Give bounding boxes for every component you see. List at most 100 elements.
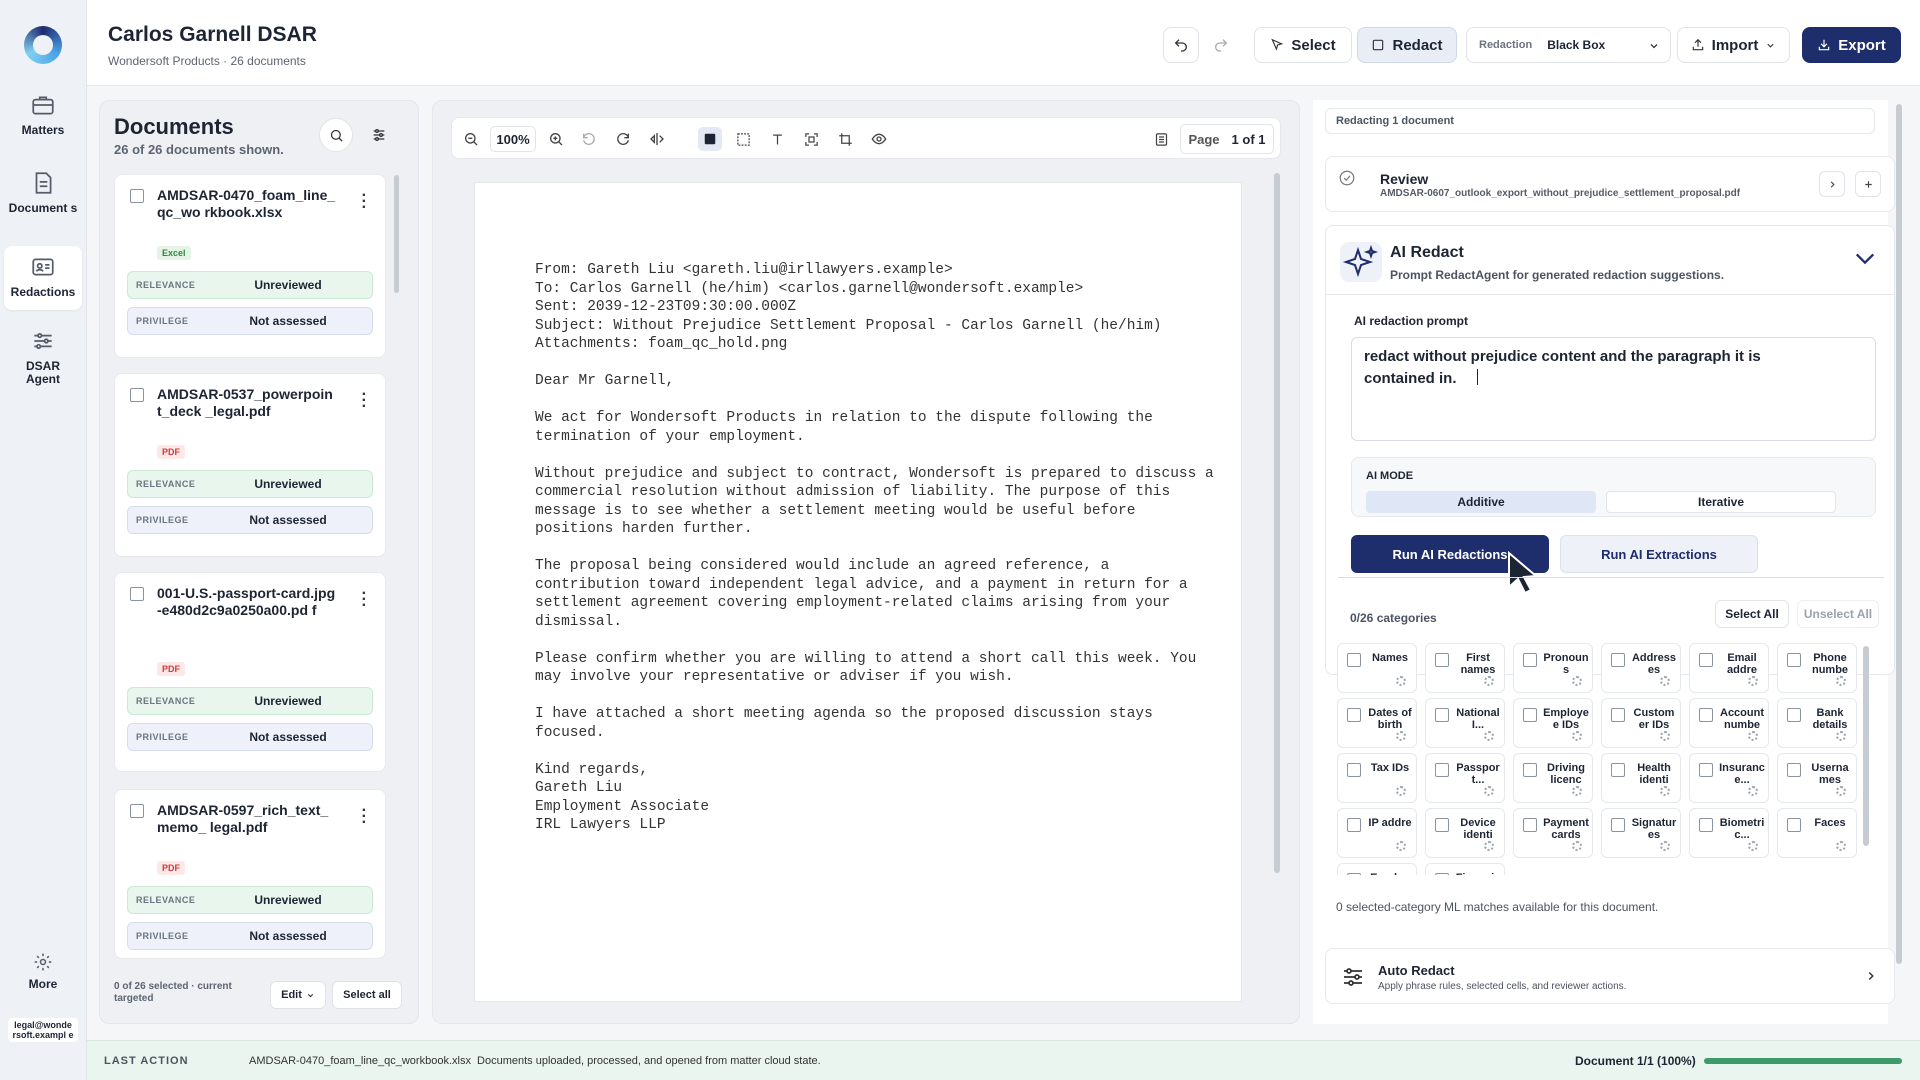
category-option[interactable]: Employ [1337, 863, 1417, 875]
category-option[interactable]: Names [1337, 643, 1417, 693]
category-checkbox[interactable] [1347, 818, 1361, 832]
page-list-button[interactable] [1150, 128, 1172, 150]
privilege-pill[interactable]: PRIVILEGE Not assessed [127, 723, 373, 751]
export-button[interactable]: Export [1802, 27, 1901, 63]
redo-button[interactable] [1203, 27, 1239, 63]
settings-icon[interactable] [1572, 731, 1582, 741]
more-vertical-icon[interactable]: · · · [362, 803, 367, 831]
rail-item-documents[interactable]: Document s [4, 170, 82, 215]
settings-icon[interactable] [1484, 676, 1494, 686]
text-tool[interactable] [766, 128, 788, 150]
category-option[interactable]: Passpor t... [1425, 753, 1505, 803]
category-option[interactable]: Device identi [1425, 808, 1505, 858]
crop-tool[interactable] [834, 128, 856, 150]
rail-item-dsar-agent[interactable]: DSAR Agent [8, 328, 78, 386]
settings-icon[interactable] [1836, 731, 1846, 741]
settings-icon[interactable] [1748, 731, 1758, 741]
settings-icon[interactable] [1396, 676, 1406, 686]
settings-icon[interactable] [1396, 786, 1406, 796]
categories-scrollbar[interactable] [1863, 646, 1869, 846]
category-checkbox[interactable] [1435, 763, 1449, 777]
more-vertical-icon[interactable]: · · · [362, 586, 367, 614]
category-option[interactable]: Faces [1777, 808, 1857, 858]
flip-button[interactable] [646, 128, 668, 150]
settings-icon[interactable] [1396, 731, 1406, 741]
category-checkbox[interactable] [1523, 763, 1537, 777]
preview-toggle[interactable] [868, 128, 890, 150]
more-vertical-icon[interactable]: · · · [362, 188, 367, 216]
category-checkbox[interactable] [1435, 818, 1449, 832]
category-checkbox[interactable] [1347, 873, 1361, 875]
zoom-out-button[interactable] [460, 128, 482, 150]
more-vertical-icon[interactable]: · · · [362, 387, 367, 415]
filter-button[interactable] [362, 118, 396, 152]
category-checkbox[interactable] [1787, 818, 1801, 832]
panel-scrollbar[interactable] [1896, 104, 1902, 964]
category-checkbox[interactable] [1347, 763, 1361, 777]
settings-icon[interactable] [1748, 676, 1758, 686]
category-checkbox[interactable] [1699, 818, 1713, 832]
category-checkbox[interactable] [1611, 653, 1625, 667]
relevance-pill[interactable]: RELEVANCE Unreviewed [127, 886, 373, 914]
category-checkbox[interactable] [1787, 708, 1801, 722]
category-option[interactable]: IP addre [1337, 808, 1417, 858]
category-option[interactable]: Userna mes [1777, 753, 1857, 803]
category-checkbox[interactable] [1347, 708, 1361, 722]
box-redact-tool[interactable] [698, 127, 722, 151]
category-option[interactable]: Biometri c... [1689, 808, 1769, 858]
category-option[interactable]: Bank details [1777, 698, 1857, 748]
settings-icon[interactable] [1572, 841, 1582, 851]
rotate-left-button[interactable] [578, 128, 600, 150]
category-checkbox[interactable] [1523, 818, 1537, 832]
zoom-level[interactable]: 100% [490, 126, 536, 152]
category-checkbox[interactable] [1435, 873, 1449, 875]
documents-scrollbar[interactable] [394, 175, 399, 293]
category-option[interactable]: Driving licenc [1513, 753, 1593, 803]
rail-item-redactions[interactable]: Redactions [4, 246, 82, 310]
category-option[interactable]: Phone numbe [1777, 643, 1857, 693]
settings-icon[interactable] [1836, 786, 1846, 796]
mode-additive-button[interactable]: Additive [1366, 491, 1596, 513]
category-option[interactable]: Account numbe [1689, 698, 1769, 748]
settings-icon[interactable] [1836, 841, 1846, 851]
document-checkbox[interactable] [130, 189, 144, 203]
document-card[interactable]: AMDSAR-0597_rich_text_memo_ legal.pdf · ·… [114, 789, 386, 959]
document-card[interactable]: AMDSAR-0537_powerpoint_deck _legal.pdf ·… [114, 373, 386, 557]
review-add-button[interactable] [1855, 171, 1881, 197]
page-indicator[interactable]: Page 1 of 1 [1180, 124, 1274, 154]
viewer-scrollbar[interactable] [1274, 173, 1280, 873]
area-select-tool[interactable] [732, 128, 754, 150]
import-button[interactable]: Import [1677, 27, 1790, 63]
settings-icon[interactable] [1396, 841, 1406, 851]
edit-dropdown[interactable]: Edit [270, 981, 326, 1009]
category-option[interactable]: Pronoun s [1513, 643, 1593, 693]
user-email[interactable]: legal@wonde rsoft.exampl e [8, 1018, 78, 1042]
settings-icon[interactable] [1484, 731, 1494, 741]
category-option[interactable]: Financia [1425, 863, 1505, 875]
category-option[interactable]: Insuranc e... [1689, 753, 1769, 803]
category-checkbox[interactable] [1699, 763, 1713, 777]
redaction-style-select[interactable]: Redaction Black Box [1466, 27, 1671, 63]
document-checkbox[interactable] [130, 587, 144, 601]
category-checkbox[interactable] [1435, 653, 1449, 667]
zoom-in-button[interactable] [545, 128, 567, 150]
category-option[interactable]: Tax IDs [1337, 753, 1417, 803]
rail-item-matters[interactable]: Matters [4, 92, 82, 137]
category-option[interactable]: Custom er IDs [1601, 698, 1681, 748]
category-checkbox[interactable] [1787, 653, 1801, 667]
settings-icon[interactable] [1836, 676, 1846, 686]
settings-icon[interactable] [1660, 676, 1670, 686]
document-card[interactable]: 001-U.S.-passport-card.jpg-e480d2c9a0250… [114, 572, 386, 772]
category-option[interactable]: Health identi [1601, 753, 1681, 803]
category-checkbox[interactable] [1699, 708, 1713, 722]
settings-icon[interactable] [1484, 841, 1494, 851]
rotate-right-button[interactable] [612, 128, 634, 150]
category-option[interactable]: Email addre [1689, 643, 1769, 693]
rail-item-more[interactable]: More [4, 952, 82, 991]
unselect-all-categories-button[interactable]: Unselect All [1797, 600, 1879, 628]
category-checkbox[interactable] [1699, 653, 1713, 667]
settings-icon[interactable] [1748, 841, 1758, 851]
select-tool-button[interactable]: Select [1254, 27, 1352, 63]
category-option[interactable]: Employe e IDs [1513, 698, 1593, 748]
category-option[interactable]: Address es [1601, 643, 1681, 693]
